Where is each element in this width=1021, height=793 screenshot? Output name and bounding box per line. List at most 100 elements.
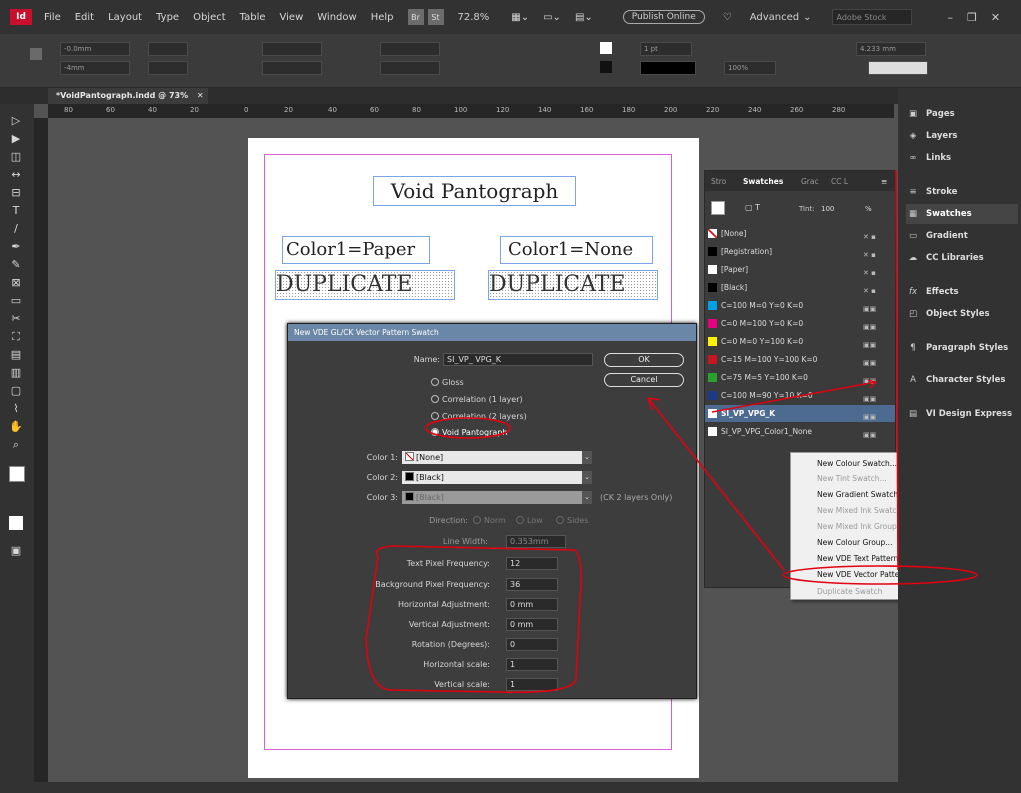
color1-none-text-frame[interactable]: Color1=None — [500, 236, 653, 264]
tab-gradient[interactable]: Grac — [801, 177, 819, 186]
menu-help[interactable]: Help — [371, 12, 394, 23]
rotation-field[interactable] — [380, 42, 440, 56]
background-pixel-frequency-input[interactable]: 36 — [506, 578, 558, 591]
y-field[interactable]: -4mm — [60, 61, 130, 75]
color1-paper-text-frame[interactable]: Color1=Paper — [282, 236, 430, 264]
dock-swatches[interactable]: ▦ Swatches — [906, 204, 1018, 224]
free-transform-tool-icon[interactable]: ⛶ — [9, 330, 23, 344]
lightbulb-icon[interactable]: ♡ — [723, 12, 732, 23]
tab-cc-libraries[interactable]: CC L — [831, 177, 848, 186]
vertical-scale-input[interactable]: 1 — [506, 678, 558, 691]
restore-icon[interactable]: ❐ — [967, 11, 977, 24]
swatch-row[interactable]: [Registration] ✕ ▪ — [705, 243, 895, 260]
swatch-row[interactable]: [Paper] ✕ ▪ — [705, 261, 895, 278]
swatch-row[interactable]: C=75 M=5 Y=100 K=0 ▣▣ — [705, 369, 895, 386]
radio-direction-sides[interactable]: Sides — [556, 516, 588, 525]
minimize-icon[interactable]: – — [948, 11, 954, 24]
horizontal-adjustment-input[interactable]: 0 mm — [506, 598, 558, 611]
rectangle-tool-icon[interactable]: ▭ — [9, 294, 23, 308]
radio-void-pantograph[interactable]: Void Pantograph — [431, 428, 507, 437]
radio-direction-norm[interactable]: Norm — [473, 516, 506, 525]
duplicate-pattern-frame-paper[interactable]: DUPLICATE — [275, 270, 455, 300]
dock-paragraph-styles[interactable]: ¶ Paragraph Styles — [906, 338, 1018, 358]
menu-duplicate-swatch[interactable]: Duplicate Swatch — [817, 587, 882, 596]
width-field[interactable] — [148, 42, 188, 56]
swatch-row[interactable]: C=100 M=0 Y=0 K=0 ▣▣ — [705, 297, 895, 314]
zoom-tool-icon[interactable]: ⌕ — [9, 438, 23, 452]
swatch-row[interactable]: C=100 M=90 Y=10 K=0 ▣▣ — [705, 387, 895, 404]
dock-layers[interactable]: ◈ Layers — [906, 126, 1018, 146]
menu-new-mixed-ink-group[interactable]: New Mixed Ink Group... — [817, 522, 904, 531]
dock-character-styles[interactable]: A Character Styles — [906, 370, 1018, 390]
menu-new-mixed-ink-swatch[interactable]: New Mixed Ink Swatch... — [817, 506, 908, 515]
publish-online-button[interactable]: Publish Online — [622, 10, 705, 24]
dock-cc-libraries[interactable]: ☁ CC Libraries — [906, 248, 1018, 268]
menu-object[interactable]: Object — [193, 12, 226, 23]
color1-select[interactable]: [None] ⌄ — [402, 451, 592, 464]
hand-tool-icon[interactable]: ✋ — [9, 420, 23, 434]
menu-layout[interactable]: Layout — [108, 12, 142, 23]
search-input[interactable]: Adobe Stock — [831, 9, 912, 25]
measure-field[interactable]: 4.233 mm — [856, 42, 926, 56]
swatch-row[interactable]: C=15 M=100 Y=100 K=0 ▣▣ — [705, 351, 895, 368]
menu-new-gradient-swatch[interactable]: New Gradient Swatch... — [817, 490, 905, 499]
menu-file[interactable]: File — [44, 12, 61, 23]
opacity-field[interactable]: 100% — [724, 61, 776, 75]
type-tool-icon[interactable]: T — [9, 204, 23, 218]
menu-window[interactable]: Window — [317, 12, 356, 23]
ok-button[interactable]: OK — [604, 353, 684, 367]
note-tool-icon[interactable]: ▢ — [9, 384, 23, 398]
menu-new-colour-group[interactable]: New Colour Group... — [817, 538, 892, 547]
rectangle-frame-tool-icon[interactable]: ⊠ — [9, 276, 23, 290]
line-width-input[interactable]: 0.353mm — [506, 535, 566, 548]
line-tool-icon[interactable]: / — [9, 222, 23, 236]
horizontal-ruler[interactable]: 80 60 40 20 0 20 40 60 80 100 120 140 16… — [48, 104, 894, 118]
bridge-button[interactable]: Br — [407, 9, 424, 25]
swatch-row[interactable]: C=0 M=0 Y=100 K=0 ▣▣ — [705, 333, 895, 350]
dock-pages[interactable]: ▣ Pages — [906, 104, 1018, 124]
close-icon[interactable]: ✕ — [991, 11, 1000, 24]
height-field[interactable] — [148, 61, 188, 75]
scale-x-field[interactable] — [262, 42, 322, 56]
color3-select[interactable]: [Black] ⌄ — [402, 491, 592, 504]
fill-swatch[interactable] — [600, 42, 612, 54]
vertical-ruler[interactable] — [34, 118, 48, 793]
radio-correlation-1[interactable]: Correlation (1 layer) — [431, 395, 523, 404]
cancel-button[interactable]: Cancel — [604, 373, 684, 387]
swatch-row[interactable]: SI_VP_VPG_Color1_None ▣▣ — [705, 423, 895, 440]
color2-select[interactable]: [Black] ⌄ — [402, 471, 592, 484]
name-input[interactable]: SI_VP_ VPG_K — [443, 353, 593, 366]
scissors-tool-icon[interactable]: ✂ — [9, 312, 23, 326]
title-text-frame[interactable]: Void Pantograph — [373, 176, 576, 206]
stroke-weight-field[interactable]: 1 pt — [640, 42, 692, 56]
horizontal-scale-input[interactable]: 1 — [506, 658, 558, 671]
rotation-input[interactable]: 0 — [506, 638, 558, 651]
page-tool-icon[interactable]: ◫ — [9, 150, 23, 164]
swatch-row[interactable]: [Black] ✕ ▪ — [705, 279, 895, 296]
gap-tool-icon[interactable]: ↔ — [9, 168, 23, 182]
stock-button[interactable]: St — [427, 9, 444, 25]
swatch-row[interactable]: C=0 M=100 Y=0 K=0 ▣▣ — [705, 315, 895, 332]
text-pixel-frequency-input[interactable]: 12 — [506, 557, 558, 570]
close-tab-icon[interactable]: ✕ — [197, 91, 204, 100]
menu-edit[interactable]: Edit — [75, 12, 94, 23]
dock-stroke[interactable]: ≡ Stroke — [906, 182, 1018, 202]
document-tab[interactable]: *VoidPantograph.indd @ 73% ✕ — [48, 88, 208, 104]
stroke-swatch[interactable] — [600, 61, 612, 73]
preview-mode-icon[interactable]: ▣ — [9, 544, 23, 558]
selection-tool-icon[interactable]: ▷ — [9, 114, 23, 128]
gradient-feather-tool-icon[interactable]: ▥ — [9, 366, 23, 380]
view-options-icon[interactable]: ▦⌄ — [511, 12, 529, 23]
fill-stroke-icon[interactable] — [9, 466, 25, 482]
scale-y-field[interactable] — [262, 61, 322, 75]
radio-direction-low[interactable]: Low — [516, 516, 543, 525]
dock-object-styles[interactable]: ◰ Object Styles — [906, 304, 1018, 324]
radio-gloss[interactable]: Gloss — [431, 378, 464, 387]
dock-links[interactable]: ∞ Links — [906, 148, 1018, 168]
arrange-icon[interactable]: ▤⌄ — [575, 12, 593, 23]
reference-point-icon[interactable] — [30, 48, 42, 60]
dock-effects[interactable]: fx Effects — [906, 282, 1018, 302]
panel-menu-icon[interactable]: ≡ — [881, 177, 887, 186]
format-icon[interactable]: ▢ T — [745, 203, 760, 212]
tint-value[interactable]: 100 — [821, 205, 834, 213]
